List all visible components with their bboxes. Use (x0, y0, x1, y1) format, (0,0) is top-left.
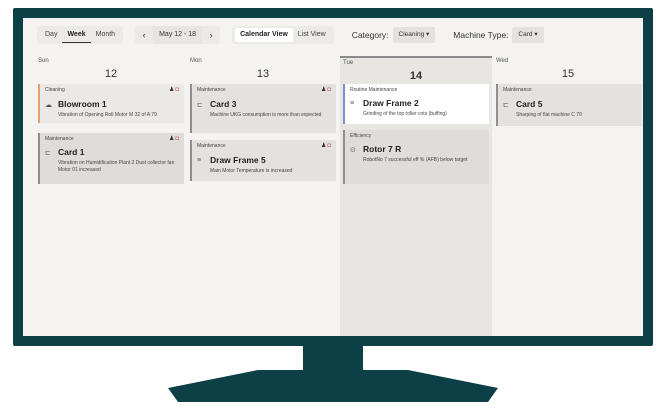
task-card[interactable]: Routine Maintenance ≡ Draw Frame 2 Grind… (343, 84, 489, 124)
task-category: Routine Maintenance (350, 87, 398, 93)
task-title: Card 5 (516, 99, 543, 109)
task-category: Maintenance (45, 136, 74, 142)
task-description: Vibration of Opening Roll Motor M 32 of … (58, 112, 157, 118)
machine-type-label: Machine Type: (453, 30, 509, 40)
alert-icon: ◘ (175, 136, 179, 142)
day-button[interactable]: Day (40, 28, 62, 42)
person-icon: ♟ (320, 87, 327, 93)
week-button[interactable]: Week (62, 28, 91, 43)
task-category: Maintenance (197, 87, 226, 93)
machine-type-dropdown[interactable]: Card ▾ (512, 27, 544, 43)
day-column-mon: Mon 13 Maintenance ♟◘ ⊏ Card 3 Machine U… (187, 56, 339, 336)
task-description: Sharping of flat machine C 70 (516, 112, 582, 118)
category-label: Category: (351, 30, 389, 40)
task-category: Maintenance (503, 87, 532, 93)
calendar-toolbar: Day Week Month ‹ May 12 - 18 › Calendar … (23, 18, 643, 52)
day-column-wed: Wed 15 Maintenance ⊏ Card 5 Sharping of … (493, 56, 643, 336)
task-card[interactable]: Maintenance ♟◘ ⊏ Card 3 Machine UKG cons… (190, 84, 336, 133)
task-card[interactable]: Cleaning ♟◘ ☁ Blowroom 1 Vibration of Op… (38, 84, 184, 123)
machine-icon: ⊏ (45, 150, 51, 157)
task-category: Maintenance (197, 143, 226, 149)
day-number: 12 (104, 68, 118, 80)
person-icon: ♟ (168, 136, 175, 142)
day-name: Tue (343, 60, 354, 66)
day-name: Sun (38, 58, 49, 64)
task-description: Vibration on Humidification Plant 2 Dust… (58, 160, 175, 173)
person-icon: ♟ (168, 87, 175, 93)
date-range: May 12 - 18 (153, 26, 203, 44)
alert-icon: ◘ (175, 87, 179, 93)
task-category: Cleaning (45, 87, 65, 93)
task-card[interactable]: Maintenance ♟◘ ⊏ Card 1 Vibration on Hum… (38, 133, 184, 184)
task-title: Draw Frame 5 (210, 155, 266, 165)
task-title: Rotor 7 R (363, 144, 402, 154)
monitor-neck (303, 345, 363, 370)
task-card[interactable]: Maintenance ⊏ Card 5 Sharping of flat ma… (496, 84, 642, 126)
task-title: Card 3 (210, 99, 237, 109)
machine-icon: ⊏ (197, 102, 203, 109)
calendar-screen: Day Week Month ‹ May 12 - 18 › Calendar … (23, 18, 643, 336)
list-view-button[interactable]: List View (293, 28, 331, 42)
prev-week-icon[interactable]: ‹ (135, 26, 153, 44)
alert-icon: ◘ (327, 87, 331, 93)
day-column-sun: Sun 12 Cleaning ♟◘ ☁ Blowroom 1 Vibratio… (35, 56, 187, 336)
task-title: Draw Frame 2 (363, 98, 419, 108)
machine-icon: ≡ (197, 157, 202, 164)
task-title: Card 1 (58, 147, 85, 157)
task-card[interactable]: Maintenance ♟◘ ≡ Draw Frame 5 Main Motor… (190, 140, 336, 181)
task-description: Machine UKG consumption is more than exp… (210, 112, 322, 118)
machine-icon: ≡ (350, 100, 355, 107)
day-column-tue: Tue 14 Routine Maintenance ≡ Draw Frame … (340, 56, 492, 336)
calendar-view-button[interactable]: Calendar View (235, 28, 293, 42)
next-week-icon[interactable]: › (202, 26, 220, 44)
task-category: Efficiency (350, 133, 372, 139)
task-card[interactable]: Efficiency ⊙ Rotor 7 R RobotNo 7 success… (343, 130, 489, 184)
view-selector: Calendar View List View (232, 26, 334, 44)
alert-icon: ◘ (327, 143, 331, 149)
day-number: 13 (256, 68, 270, 80)
machine-icon: ⊙ (350, 147, 356, 154)
day-number: 14 (409, 70, 423, 82)
machine-icon: ☁ (45, 102, 52, 109)
date-navigator: ‹ May 12 - 18 › (135, 26, 221, 44)
day-name: Mon (190, 58, 202, 64)
category-dropdown[interactable]: Cleaning ▾ (392, 27, 436, 43)
month-button[interactable]: Month (91, 28, 120, 42)
person-icon: ♟ (320, 143, 327, 149)
day-number: 15 (561, 68, 575, 80)
task-description: RobotNo 7 successful eff % (AFB) below t… (363, 157, 468, 163)
range-selector: Day Week Month (37, 26, 124, 44)
task-description: Grinding of the top roller cots (buffing… (363, 111, 447, 117)
task-title: Blowroom 1 (58, 99, 107, 109)
task-description: Main Motor Temperature is increased (210, 168, 293, 174)
machine-icon: ⊏ (503, 102, 509, 109)
day-name: Wed (496, 58, 509, 64)
